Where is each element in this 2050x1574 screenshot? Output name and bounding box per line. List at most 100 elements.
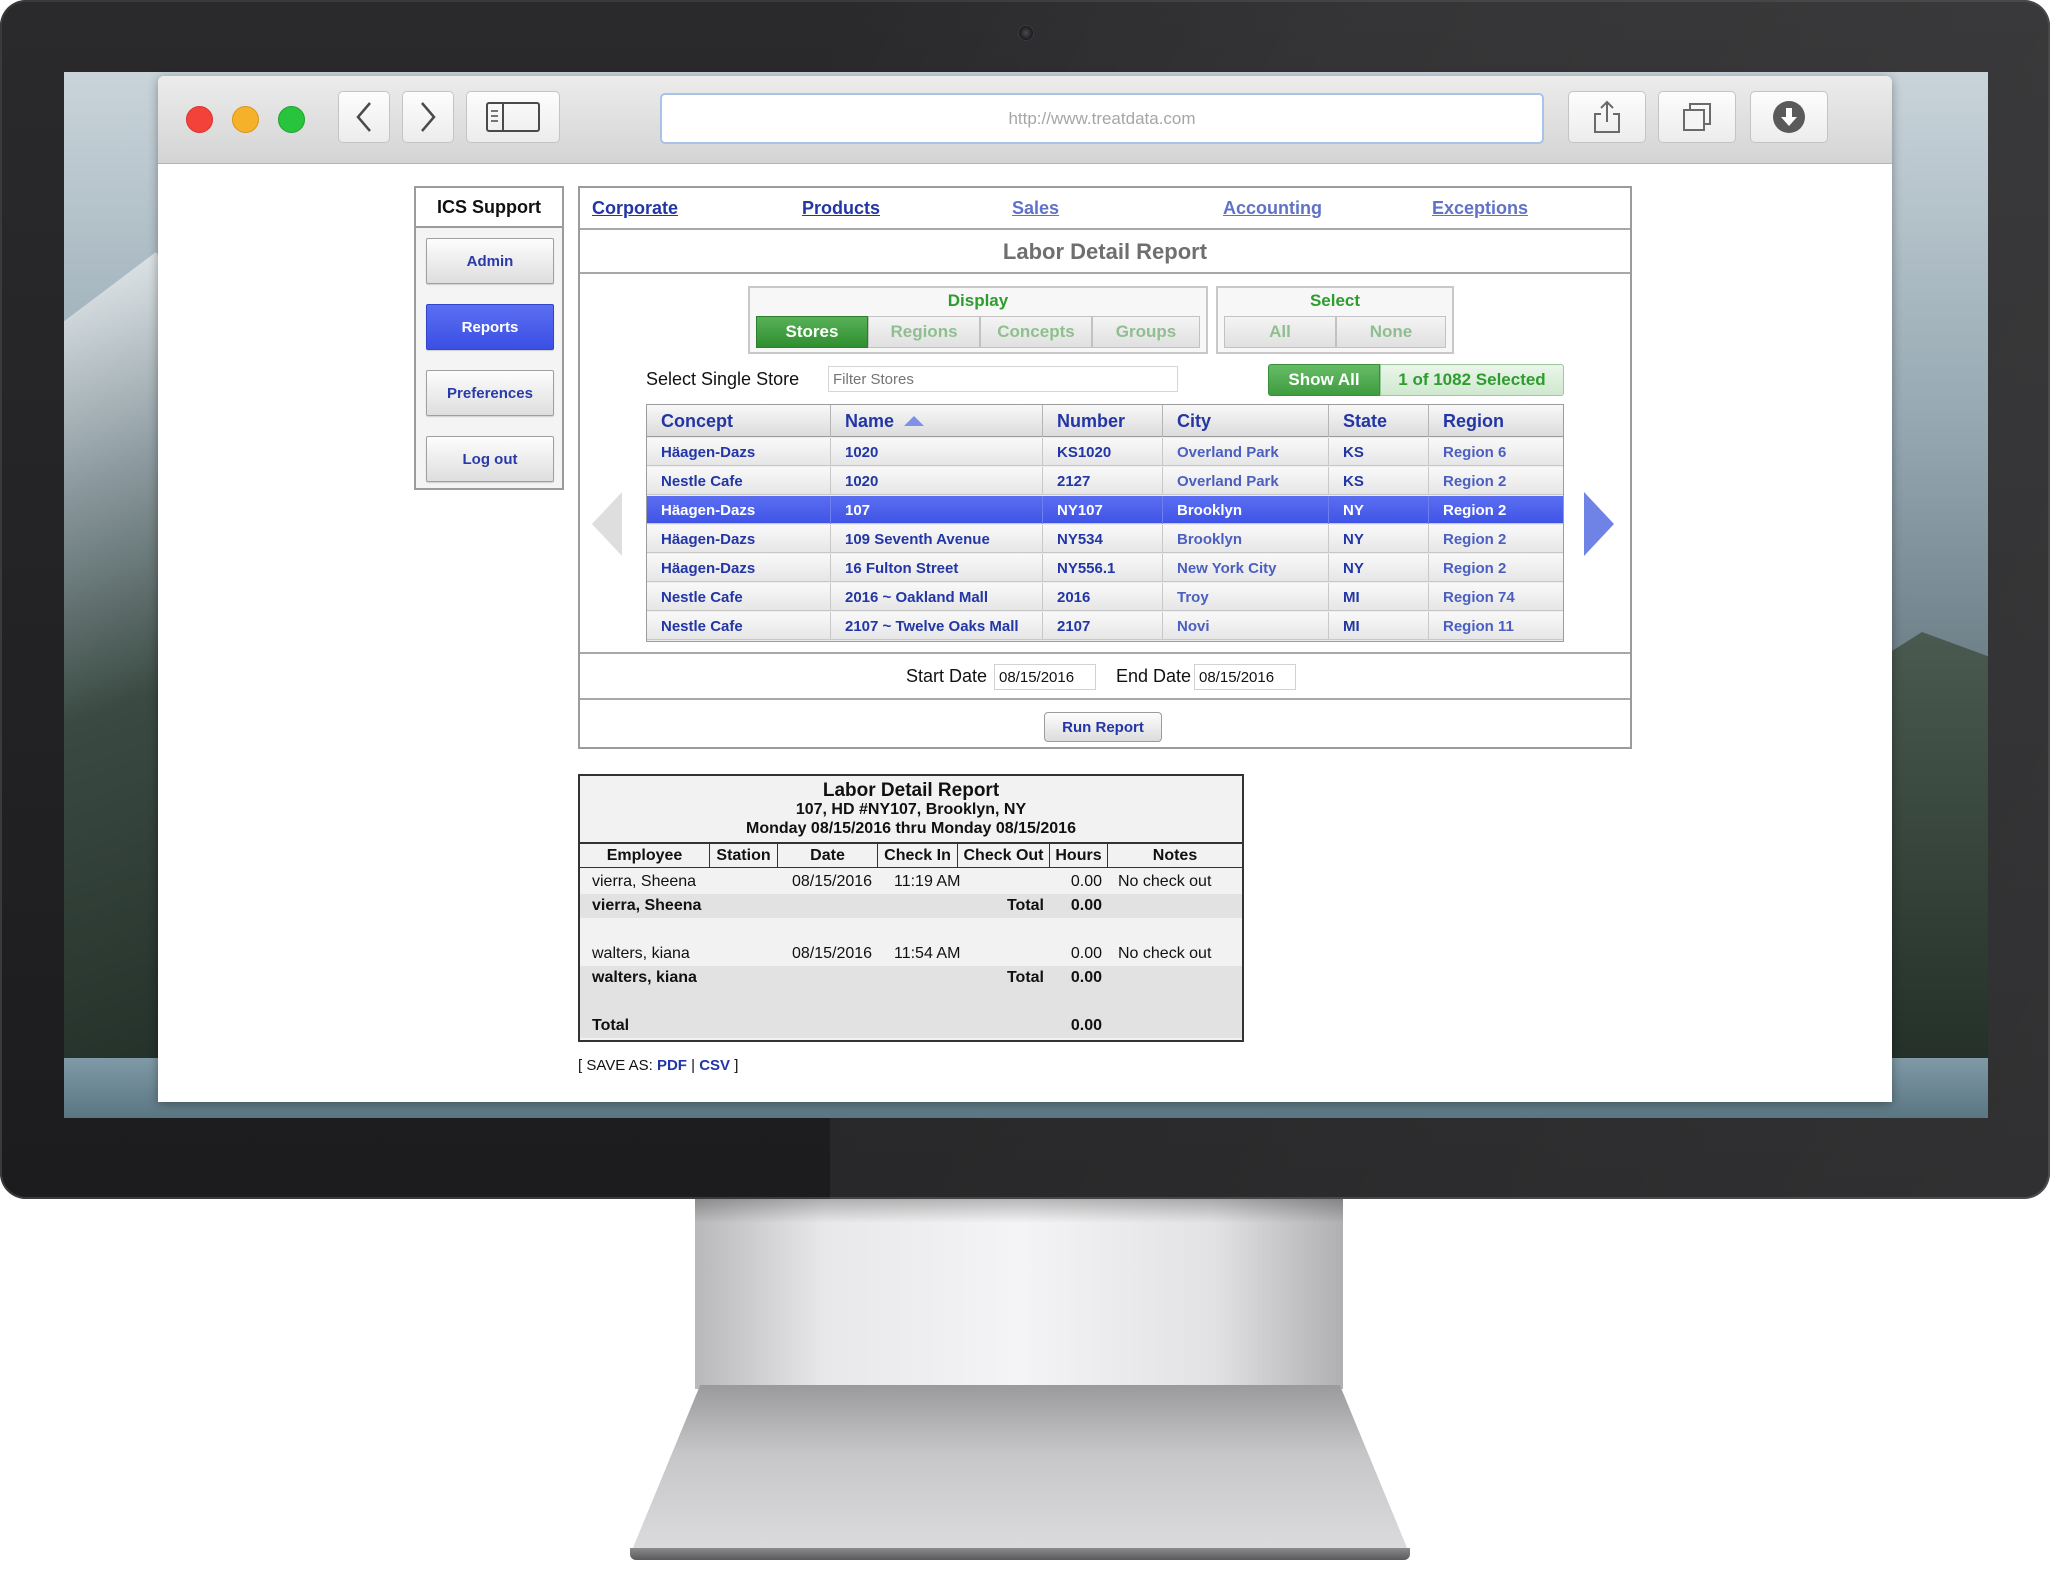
store-cell-region: Region 2 xyxy=(1443,559,1507,577)
store-row[interactable]: Nestle Cafe 2107 ~ Twelve Oaks Mall 2107 No… xyxy=(647,612,1563,640)
report-col-employee: Employee xyxy=(580,844,710,868)
forward-button[interactable] xyxy=(402,91,454,143)
store-cell-city: Overland Park xyxy=(1163,467,1329,495)
nav-products[interactable]: Products xyxy=(802,198,880,219)
store-cell-state: NY xyxy=(1329,525,1429,553)
store-cell-region: Region 2 xyxy=(1443,530,1507,548)
col-header-name-label: Name xyxy=(845,410,895,431)
save-as-pdf-link[interactable]: PDF xyxy=(657,1057,687,1074)
report-col-check-in: Check In xyxy=(878,844,958,868)
sidebar-item-logout[interactable]: Log out xyxy=(426,436,554,482)
store-cell-state: KS xyxy=(1329,438,1429,466)
save-as-csv-link[interactable]: CSV xyxy=(699,1057,730,1074)
store-cell-name: 109 Seventh Avenue xyxy=(831,525,1043,553)
sidebar: ICS Support Admin Reports Preferences Lo… xyxy=(414,186,564,490)
sidebar-item-preferences[interactable]: Preferences xyxy=(426,370,554,416)
store-row[interactable]: Häagen-Dazs 16 Fulton Street NY556.1 New Yo… xyxy=(647,554,1563,582)
report-period: Monday 08/15/2016 thru Monday 08/15/2016 xyxy=(746,820,1076,837)
report-employee: vierra, Sheena xyxy=(592,873,697,890)
scroll-right-arrow-icon[interactable] xyxy=(1584,492,1614,556)
col-header-number[interactable]: Number xyxy=(1043,405,1163,437)
col-header-concept[interactable]: Concept xyxy=(647,405,831,437)
store-cell-state: KS xyxy=(1329,467,1429,495)
store-cell-number: 2127 xyxy=(1043,467,1163,495)
select-none-button[interactable]: None xyxy=(1336,316,1446,348)
chevron-right-icon xyxy=(421,102,436,132)
col-header-city[interactable]: City xyxy=(1163,405,1329,437)
start-date-label: Start Date xyxy=(906,666,988,686)
store-row[interactable]: Häagen-Dazs 1020 KS1020 Overland Park KS Regi… xyxy=(647,438,1563,466)
display-concepts-button[interactable]: Concepts xyxy=(980,316,1092,348)
store-cell-concept: Häagen-Dazs xyxy=(647,525,831,553)
store-row[interactable]: Häagen-Dazs 109 Seventh Avenue NY534 Brookl… xyxy=(647,525,1563,553)
display-groups-button[interactable]: Groups xyxy=(1092,316,1200,348)
select-all-button[interactable]: All xyxy=(1224,316,1336,348)
report-store-subtitle: 107, HD #NY107, Brooklyn, NY xyxy=(795,801,1027,818)
store-cell-region: Region 74 xyxy=(1443,588,1515,606)
sidebar-icon xyxy=(486,102,540,132)
tabs-icon xyxy=(1683,103,1711,131)
save-as-bar: [ SAVE AS: PDF | CSV ] xyxy=(578,1057,738,1074)
sidebar-item-reports[interactable]: Reports xyxy=(426,304,554,350)
store-cell-number: NY107 xyxy=(1043,496,1163,524)
display-regions-button[interactable]: Regions xyxy=(868,316,980,348)
report-spacer-row xyxy=(580,990,1242,1014)
store-cell-number: NY534 xyxy=(1043,525,1163,553)
display-stores-button[interactable]: Stores xyxy=(756,316,868,348)
share-button[interactable] xyxy=(1568,91,1646,143)
address-bar[interactable]: http://www.treatdata.com xyxy=(660,93,1544,144)
report-notes: No check out xyxy=(1118,945,1212,962)
save-as-separator: | xyxy=(691,1057,696,1074)
sidebar-item-admin[interactable]: Admin xyxy=(426,238,554,284)
store-row[interactable]: Nestle Cafe 1020 2127 Overland Park KS Region… xyxy=(647,467,1563,495)
close-window-button[interactable] xyxy=(186,106,213,133)
report-subtotal-hours: 0.00 xyxy=(1070,969,1102,986)
report-table-header: Employee Station Date Check In Check Out… xyxy=(580,842,1242,868)
report-col-date: Date xyxy=(778,844,878,868)
filter-stores-input[interactable] xyxy=(828,366,1178,392)
col-header-name[interactable]: Name xyxy=(831,405,1043,437)
store-table-header: Concept Name Number City State Region xyxy=(647,405,1563,437)
maximize-window-button[interactable] xyxy=(278,106,305,133)
end-date-input[interactable] xyxy=(1194,664,1296,690)
store-row[interactable]: Nestle Cafe 2016 ~ Oakland Mall 2016 Troy MI… xyxy=(647,583,1563,611)
browser-window: http://www.treatdata.com ICS Support Adm… xyxy=(158,76,1892,1102)
select-single-store-label: Select Single Store xyxy=(646,369,800,389)
col-header-region[interactable]: Region xyxy=(1429,405,1563,437)
report-date: 08/15/2016 xyxy=(792,873,873,890)
store-cell-region: Region 2 xyxy=(1443,472,1507,490)
col-header-state[interactable]: State xyxy=(1329,405,1429,437)
report-employee: walters, kiana xyxy=(592,945,690,962)
report-subtotal-label: Total xyxy=(1006,969,1044,986)
run-report-button[interactable]: Run Report xyxy=(1044,712,1162,742)
start-date-input[interactable] xyxy=(994,664,1096,690)
top-nav: Corporate Products Sales Accounting Exce… xyxy=(580,188,1630,230)
store-cell-city: Brooklyn xyxy=(1163,525,1329,553)
store-cell-city: Troy xyxy=(1163,583,1329,611)
monitor-stand-neck xyxy=(695,1199,1343,1389)
store-row[interactable]: Häagen-Dazs 107 NY107 Brooklyn NY Region 2 xyxy=(647,496,1563,524)
url-text: http://www.treatdata.com xyxy=(1008,108,1196,128)
downloads-button[interactable] xyxy=(1750,91,1828,143)
report-grand-total-label: Total xyxy=(592,1017,630,1034)
store-cell-concept: Nestle Cafe xyxy=(647,583,831,611)
nav-sales[interactable]: Sales xyxy=(1012,198,1059,219)
store-cell-concept: Häagen-Dazs xyxy=(647,438,831,466)
back-button[interactable] xyxy=(338,91,390,143)
store-cell-state: MI xyxy=(1329,583,1429,611)
report-check-in: 11:54 AM xyxy=(894,945,961,962)
report-subtotal-employee: vierra, Sheena xyxy=(592,897,702,914)
tabs-overview-button[interactable] xyxy=(1658,91,1736,143)
nav-corporate[interactable]: Corporate xyxy=(592,198,678,219)
nav-accounting[interactable]: Accounting xyxy=(1223,198,1322,219)
report-subtotal-row: vierra, Sheena Total 0.00 xyxy=(580,894,1242,918)
report-title: Labor Detail Report xyxy=(822,780,1000,801)
report-check-in: 11:19 AM xyxy=(894,873,961,890)
sidebar-toggle-button[interactable] xyxy=(466,91,560,143)
minimize-window-button[interactable] xyxy=(232,106,259,133)
store-cell-state: NY xyxy=(1329,554,1429,582)
nav-exceptions[interactable]: Exceptions xyxy=(1432,198,1528,219)
store-cell-number: 2107 xyxy=(1043,612,1163,640)
show-all-button[interactable]: Show All xyxy=(1268,364,1380,396)
scroll-left-arrow-icon[interactable] xyxy=(592,492,622,556)
